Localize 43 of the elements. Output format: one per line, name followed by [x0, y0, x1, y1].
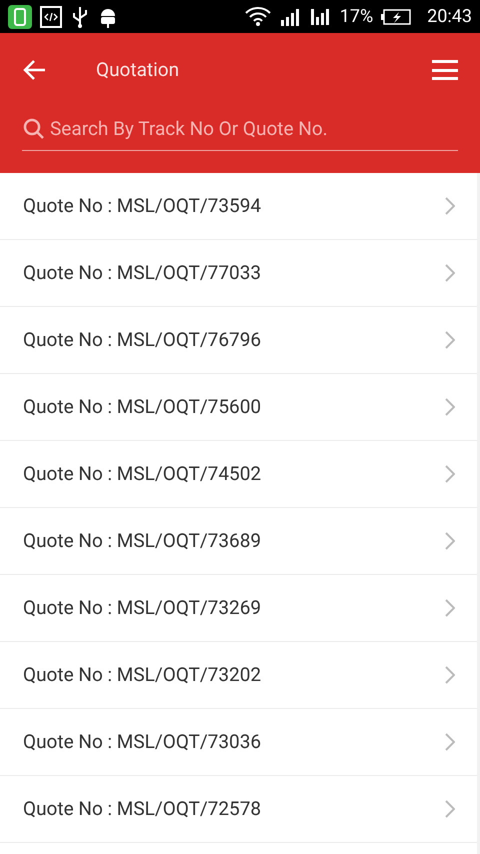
page-title: Quotation	[96, 56, 180, 83]
quote-list-item[interactable]: Quote No : MSL/OQT/73689	[0, 508, 477, 574]
chevron-right-icon	[445, 532, 455, 550]
quote-number: Quote No : MSL/OQT/73202	[23, 662, 262, 688]
chevron-right-icon	[445, 331, 455, 349]
quote-list-item[interactable]: Quote No : MSL/OQT/76796	[0, 307, 477, 373]
code-icon	[40, 6, 62, 28]
quote-number: Quote No : MSL/OQT/74502	[23, 460, 262, 487]
chevron-right-icon	[445, 733, 455, 751]
quote-number: Quote No : MSL/OQT/72578	[23, 796, 262, 822]
chevron-right-icon	[445, 197, 455, 215]
signal-icon	[310, 6, 332, 26]
quote-number: Quote No : MSL/OQT/73269	[23, 594, 262, 621]
quote-number: Quote No : MSL/OQT/77033	[23, 260, 262, 286]
signal-icon	[280, 8, 302, 26]
quote-number: Quote No : MSL/OQT/73594	[23, 192, 262, 219]
usb-icon	[70, 4, 90, 28]
chevron-right-icon	[445, 800, 455, 818]
quote-number: Quote No : MSL/OQT/73689	[23, 528, 262, 554]
quote-list-item[interactable]: Quote No : MSL/OQT/75600	[0, 374, 477, 440]
chevron-right-icon	[445, 666, 455, 684]
quote-number: Quote No : MSL/OQT/73036	[23, 728, 262, 755]
quote-list-item[interactable]: Quote No : MSL/OQT/77033	[0, 240, 477, 306]
menu-icon[interactable]	[432, 60, 458, 80]
search-icon	[22, 117, 46, 142]
phone-app-icon	[8, 4, 32, 28]
wifi-icon	[244, 4, 272, 28]
quote-list-item[interactable]: Quote No : MSL/OQT/72578	[0, 776, 477, 842]
chevron-right-icon	[445, 264, 455, 282]
battery-charging-icon	[381, 8, 412, 24]
clock: 20:43	[427, 5, 472, 29]
chevron-right-icon	[445, 465, 455, 483]
quote-list-item[interactable]: Quote No : MSL/OQT/73269	[0, 575, 477, 641]
search-field[interactable]: Search By Track No Or Quote No.	[50, 115, 458, 144]
chevron-right-icon	[445, 398, 455, 416]
quote-list-item[interactable]: Quote No : MSL/OQT/74502	[0, 441, 477, 507]
quote-list-item[interactable]: Quote No : MSL/OQT/73594	[0, 173, 477, 239]
quote-list-item[interactable]: Quote No : MSL/OQT/73036	[0, 709, 477, 775]
battery-percent: 17%	[340, 5, 374, 29]
quote-number: Quote No : MSL/OQT/75600	[23, 394, 262, 420]
quote-list-item[interactable]: Quote No : MSL/OQT/73202	[0, 642, 477, 708]
chevron-right-icon	[445, 599, 455, 617]
quote-number: Quote No : MSL/OQT/76796	[23, 326, 262, 353]
